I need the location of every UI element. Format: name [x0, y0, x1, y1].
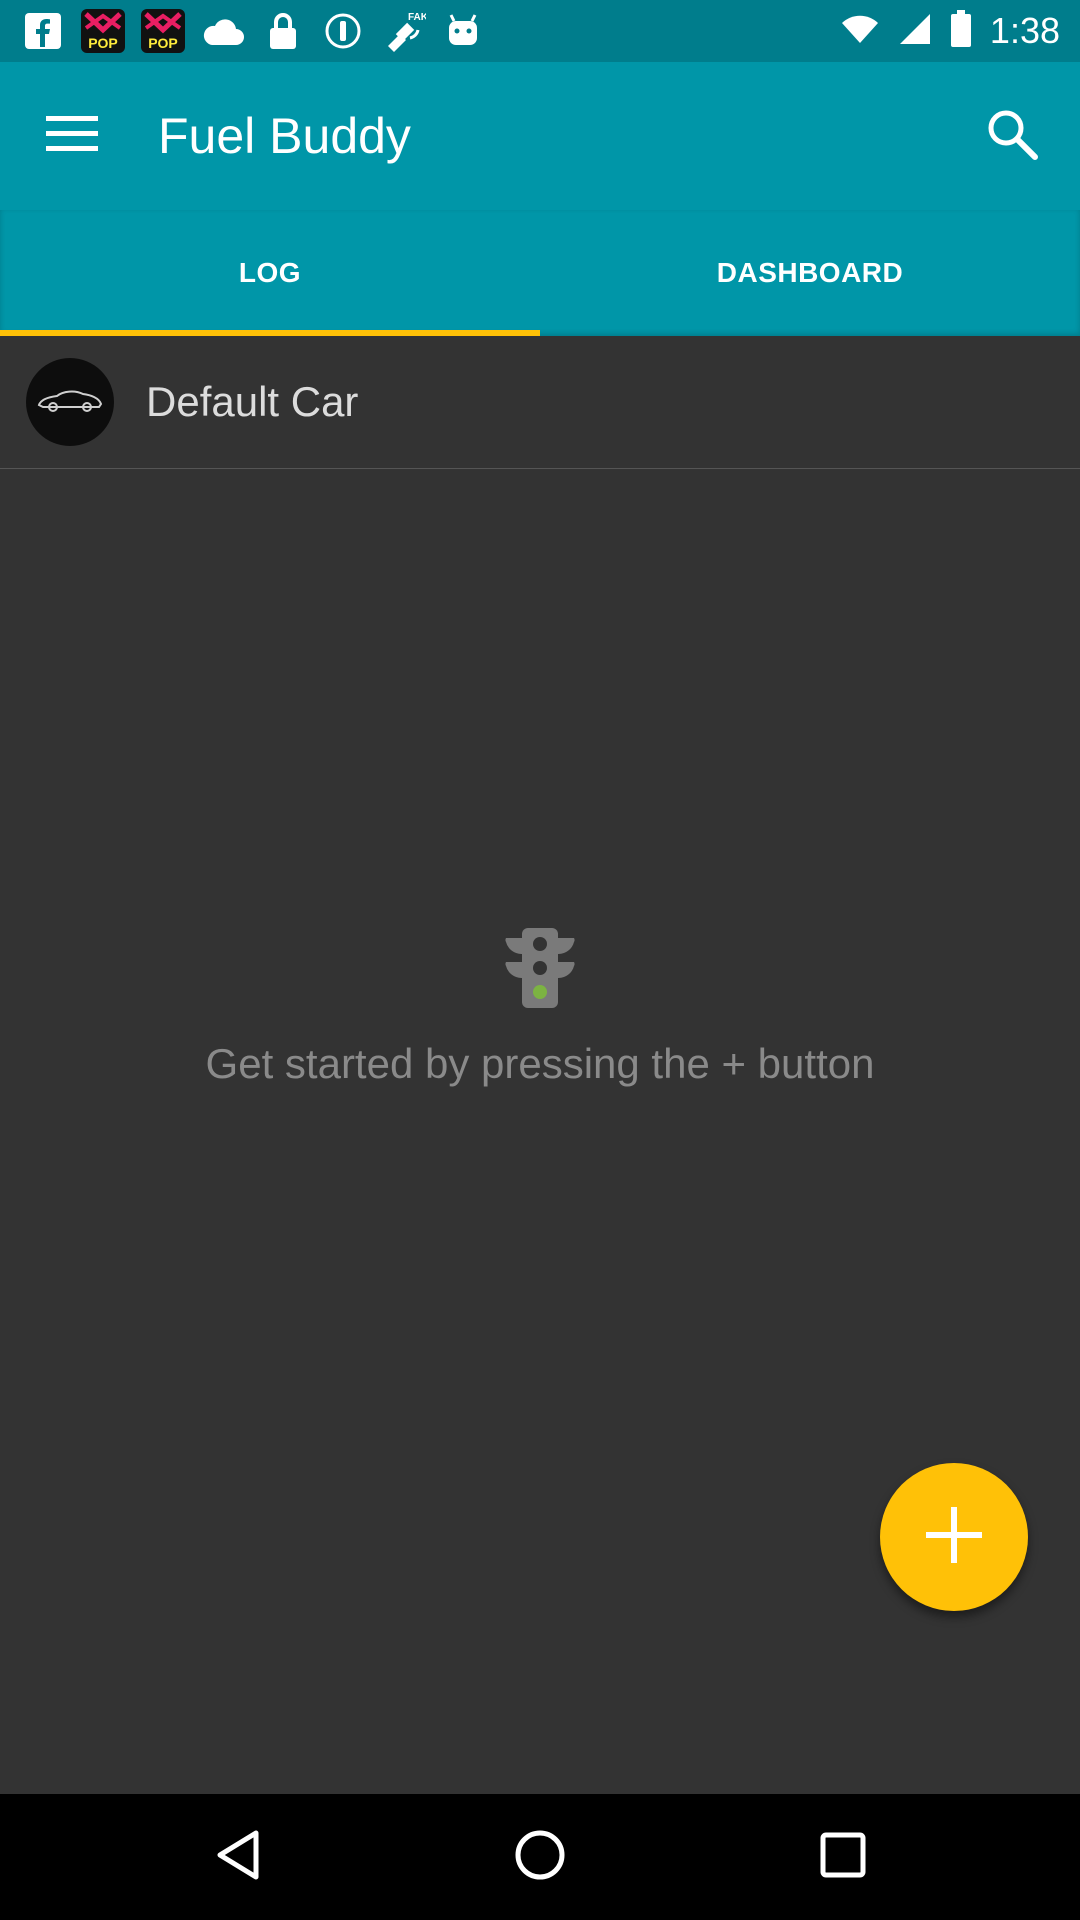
signal-icon — [898, 12, 932, 51]
cloud-icon — [200, 8, 246, 54]
hamburger-menu-icon — [46, 114, 98, 159]
android-icon — [440, 8, 486, 54]
lock-icon — [260, 8, 306, 54]
search-icon — [985, 107, 1039, 166]
wifi-icon — [840, 13, 880, 50]
home-button[interactable] — [500, 1817, 580, 1897]
back-icon — [214, 1829, 262, 1886]
pop-app-icon: POP — [140, 8, 186, 54]
traffic-light-icon — [500, 926, 580, 1010]
add-entry-button[interactable] — [880, 1463, 1028, 1611]
car-icon — [35, 385, 105, 420]
car-selector[interactable]: Default Car — [0, 336, 1080, 469]
tab-dashboard-label: DASHBOARD — [716, 257, 904, 288]
menu-button[interactable] — [36, 106, 108, 166]
pop-app-icon: POP — [80, 8, 126, 54]
svg-text:POP: POP — [88, 35, 118, 51]
empty-state-message: Get started by pressing the + button — [205, 1040, 875, 1087]
recents-button[interactable] — [803, 1817, 883, 1897]
app-title: Fuel Buddy — [158, 108, 411, 164]
fake-gps-icon: FAKE — [380, 8, 426, 54]
battery-icon — [950, 9, 972, 53]
app-bar: Fuel Buddy — [0, 62, 1080, 210]
car-avatar — [26, 358, 114, 446]
tab-log[interactable]: LOG — [0, 210, 540, 336]
svg-text:FAKE: FAKE — [408, 12, 426, 23]
info-icon — [320, 8, 366, 54]
status-bar: POP POP FAKE 1:38 — [0, 0, 1080, 62]
plus-icon — [922, 1503, 986, 1572]
clock: 1:38 — [989, 10, 1060, 51]
tab-log-label: LOG — [238, 257, 302, 288]
svg-text:POP: POP — [148, 35, 178, 51]
search-button[interactable] — [972, 100, 1052, 172]
car-name: Default Car — [146, 378, 359, 425]
tab-bar: LOG DASHBOARD — [0, 210, 1080, 336]
home-icon — [513, 1828, 567, 1887]
back-button[interactable] — [198, 1817, 278, 1897]
system-status: 1:38 — [840, 0, 1060, 62]
navigation-bar — [0, 1794, 1080, 1920]
tab-dashboard[interactable]: DASHBOARD — [540, 210, 1080, 336]
recents-icon — [819, 1831, 867, 1884]
notification-icons: POP POP FAKE — [20, 8, 486, 54]
facebook-icon — [20, 8, 66, 54]
